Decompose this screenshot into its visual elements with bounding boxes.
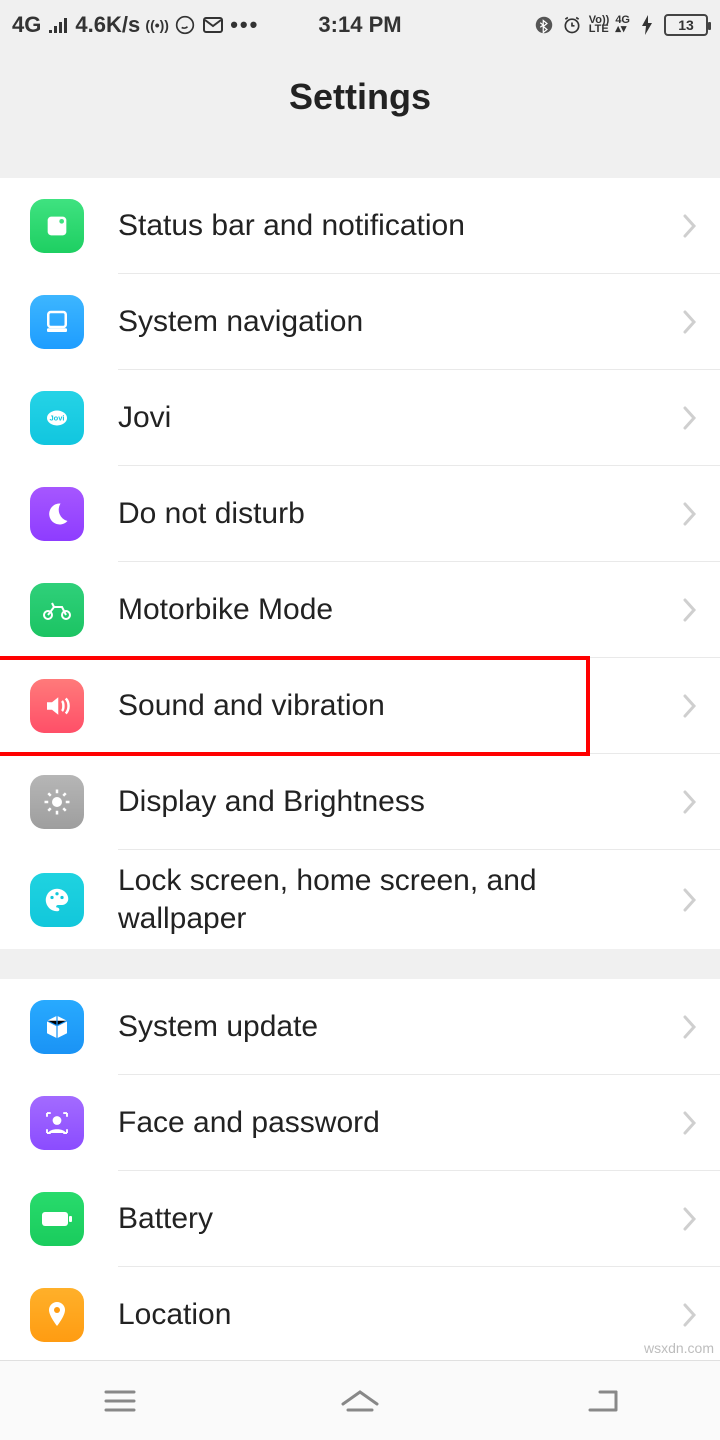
alarm-icon bbox=[561, 14, 583, 36]
row-battery[interactable]: Battery bbox=[0, 1171, 720, 1267]
row-label: Face and password bbox=[118, 1104, 682, 1142]
row-sound-and-vibration[interactable]: Sound and vibration bbox=[0, 658, 720, 754]
nav-home-button[interactable] bbox=[330, 1381, 390, 1421]
system-nav-bar bbox=[0, 1360, 720, 1440]
nav-back-button[interactable] bbox=[570, 1381, 630, 1421]
chevron-right-icon bbox=[682, 1301, 698, 1329]
row-label: Location bbox=[118, 1296, 682, 1334]
chevron-right-icon bbox=[682, 308, 698, 336]
palette-icon bbox=[30, 873, 84, 927]
status-bar: 4G 4.6K/s ((•)) ••• 3:14 PM Vo)) LTE 4G … bbox=[0, 0, 720, 50]
net-4g-icon: 4G ▴▾ bbox=[615, 16, 630, 34]
row-status-bar[interactable]: Status bar and notification bbox=[0, 178, 720, 274]
row-motorbike-mode[interactable]: Motorbike Mode bbox=[0, 562, 720, 658]
settings-section-2: System update Face and password Battery … bbox=[0, 979, 720, 1363]
status-time: 3:14 PM bbox=[318, 12, 401, 38]
chevron-right-icon bbox=[682, 692, 698, 720]
charging-icon bbox=[636, 14, 658, 36]
page-title: Settings bbox=[0, 50, 720, 148]
speaker-icon bbox=[30, 679, 84, 733]
row-label: Do not disturb bbox=[118, 495, 682, 533]
status-bar-icon bbox=[30, 199, 84, 253]
chevron-right-icon bbox=[682, 404, 698, 432]
motorbike-icon bbox=[30, 583, 84, 637]
battery-icon: 13 bbox=[664, 14, 708, 36]
row-label: Jovi bbox=[118, 399, 682, 437]
row-face-password[interactable]: Face and password bbox=[0, 1075, 720, 1171]
hotspot-icon: ((•)) bbox=[146, 14, 168, 36]
chevron-right-icon bbox=[682, 1109, 698, 1137]
row-system-update[interactable]: System update bbox=[0, 979, 720, 1075]
jovi-icon: Jovi bbox=[30, 391, 84, 445]
cube-icon bbox=[30, 1000, 84, 1054]
moon-icon bbox=[30, 487, 84, 541]
nav-recent-button[interactable] bbox=[90, 1381, 150, 1421]
more-icon: ••• bbox=[230, 12, 259, 38]
bluetooth-icon bbox=[533, 14, 555, 36]
monitor-icon bbox=[30, 295, 84, 349]
row-label: Battery bbox=[118, 1200, 682, 1238]
battery-icon bbox=[30, 1192, 84, 1246]
row-location[interactable]: Location bbox=[0, 1267, 720, 1363]
sun-icon bbox=[30, 775, 84, 829]
chevron-right-icon bbox=[682, 212, 698, 240]
row-label: Lock screen, home screen, and wallpaper bbox=[118, 862, 682, 937]
pin-icon bbox=[30, 1288, 84, 1342]
section-gap bbox=[0, 949, 720, 979]
whatsapp-icon bbox=[174, 14, 196, 36]
chevron-right-icon bbox=[682, 596, 698, 624]
row-label: System navigation bbox=[118, 303, 682, 341]
row-label: Status bar and notification bbox=[118, 207, 682, 245]
row-label: Display and Brightness bbox=[118, 783, 682, 821]
chevron-right-icon bbox=[682, 886, 698, 914]
row-label: System update bbox=[118, 1008, 682, 1046]
row-jovi[interactable]: Jovi Jovi bbox=[0, 370, 720, 466]
row-label: Motorbike Mode bbox=[118, 591, 682, 629]
row-display-brightness[interactable]: Display and Brightness bbox=[0, 754, 720, 850]
chevron-right-icon bbox=[682, 1013, 698, 1041]
chevron-right-icon bbox=[682, 1205, 698, 1233]
row-label: Sound and vibration bbox=[118, 687, 682, 725]
watermark: wsxdn.com bbox=[644, 1340, 714, 1356]
section-gap bbox=[0, 148, 720, 178]
row-lock-screen-wallpaper[interactable]: Lock screen, home screen, and wallpaper bbox=[0, 850, 720, 949]
network-label: 4G bbox=[12, 12, 41, 38]
chevron-right-icon bbox=[682, 788, 698, 816]
signal-icon bbox=[47, 14, 69, 36]
volte-icon: Vo)) LTE bbox=[589, 16, 610, 34]
mail-icon bbox=[202, 14, 224, 36]
settings-section-1: Status bar and notification System navig… bbox=[0, 178, 720, 949]
svg-text:Jovi: Jovi bbox=[49, 414, 64, 423]
row-do-not-disturb[interactable]: Do not disturb bbox=[0, 466, 720, 562]
row-system-navigation[interactable]: System navigation bbox=[0, 274, 720, 370]
face-icon bbox=[30, 1096, 84, 1150]
data-rate: 4.6K/s bbox=[75, 12, 140, 38]
chevron-right-icon bbox=[682, 500, 698, 528]
